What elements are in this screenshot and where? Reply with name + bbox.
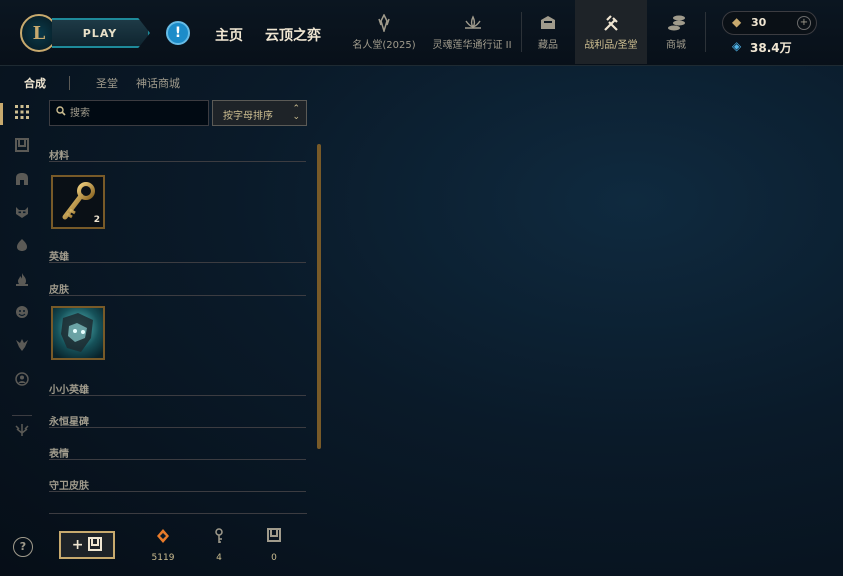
hall-of-fame-icon bbox=[375, 13, 393, 34]
help-icon[interactable]: ? bbox=[13, 537, 33, 557]
search-input[interactable] bbox=[70, 104, 204, 122]
skin-shard-portrait-icon bbox=[53, 308, 103, 358]
category-tacticians[interactable]: 小小英雄 bbox=[49, 374, 306, 396]
filter-emote-icon[interactable] bbox=[13, 305, 31, 323]
loot-filter-sidebar bbox=[0, 100, 40, 520]
nav-pass[interactable]: 灵魂莲华通行证 II bbox=[428, 0, 516, 64]
add-button-label: + bbox=[71, 537, 89, 553]
tile-count: 2 bbox=[93, 215, 100, 225]
category-materials[interactable]: 材料 bbox=[49, 140, 306, 162]
category-eternals[interactable]: 永恒星碑 bbox=[49, 406, 306, 428]
nav-collection[interactable]: 藏品 bbox=[526, 0, 570, 64]
loot-tile-skin-shard[interactable] bbox=[51, 306, 105, 360]
play-button[interactable]: PLAY bbox=[52, 18, 150, 48]
blue-essence-icon: ◈ bbox=[732, 39, 742, 53]
filter-profile-icon[interactable] bbox=[13, 372, 31, 390]
category-skins[interactable]: 皮肤 bbox=[49, 274, 306, 296]
sort-dropdown[interactable]: 按字母排序 ⌃ ⌄ bbox=[212, 100, 307, 126]
chest-value: 0 bbox=[271, 553, 277, 563]
nav-tft[interactable]: 云顶之弈 bbox=[265, 25, 321, 45]
filter-chest-icon[interactable] bbox=[13, 138, 31, 156]
collection-icon bbox=[539, 14, 557, 32]
filter-ward-icon[interactable] bbox=[13, 238, 31, 256]
category-emotes[interactable]: 表情 bbox=[49, 438, 306, 460]
loot-category-list: 材料 2 英雄 皮肤 小小英雄 永恒星碑 表情 守卫皮肤 bbox=[49, 140, 307, 520]
sort-dropdown-label: 按字母排序 bbox=[223, 111, 273, 122]
footer-divider bbox=[49, 513, 307, 514]
buy-rp-button[interactable]: + bbox=[797, 16, 811, 30]
nav-collection-label: 藏品 bbox=[538, 40, 558, 51]
nav-home[interactable]: 主页 bbox=[215, 25, 243, 45]
nav-hall-of-fame[interactable]: 名人堂(2025) bbox=[348, 0, 420, 64]
nav-store[interactable]: 商城 bbox=[654, 0, 698, 64]
search-box bbox=[49, 100, 209, 126]
chest-icon bbox=[88, 537, 103, 551]
key-value: 4 bbox=[216, 553, 222, 563]
blue-essence-value: 38.4万 bbox=[750, 41, 792, 55]
alert-icon[interactable]: ! bbox=[166, 21, 190, 45]
category-ward-skins[interactable]: 守卫皮肤 bbox=[49, 470, 306, 492]
rp-value: 30 bbox=[751, 16, 767, 29]
filter-flame-icon[interactable] bbox=[13, 272, 31, 290]
category-champions[interactable]: 英雄 bbox=[49, 241, 306, 263]
play-button-label: PLAY bbox=[82, 26, 118, 40]
rp-icon: ◆ bbox=[732, 15, 742, 29]
key-stat: 4 bbox=[199, 528, 239, 563]
chest-icon bbox=[254, 528, 294, 546]
loot-tile-key-fragment[interactable]: 2 bbox=[51, 175, 105, 229]
search-icon bbox=[56, 106, 66, 119]
loot-subtabs: 合成 圣堂 神话商城 bbox=[0, 66, 843, 96]
nav-hall-of-fame-label: 名人堂(2025) bbox=[352, 40, 416, 51]
orange-essence-icon bbox=[143, 528, 183, 546]
store-icon bbox=[667, 14, 685, 32]
nav-pass-label: 灵魂莲华通行证 II bbox=[432, 40, 512, 51]
nav-divider bbox=[705, 12, 706, 52]
filter-champion-helmet-icon[interactable] bbox=[13, 172, 31, 190]
orange-essence-value: 5119 bbox=[151, 553, 175, 563]
chest-stat: 0 bbox=[254, 528, 294, 563]
list-scrollbar[interactable] bbox=[317, 144, 321, 449]
tab-crafting[interactable]: 合成 bbox=[24, 75, 46, 91]
loot-icon bbox=[602, 14, 620, 32]
sidebar-divider bbox=[12, 415, 32, 416]
lotus-icon bbox=[463, 14, 481, 32]
filter-all-grid-icon[interactable] bbox=[13, 105, 31, 123]
nav-loot[interactable]: 战利品/圣堂 bbox=[575, 0, 647, 64]
add-chest-button[interactable]: + bbox=[59, 531, 115, 559]
orange-essence-stat: 5119 bbox=[143, 528, 183, 563]
key-icon bbox=[199, 528, 239, 546]
active-filter-indicator bbox=[0, 103, 3, 125]
nav-loot-label: 战利品/圣堂 bbox=[584, 40, 638, 51]
top-navigation-bar: L PLAY ! 主页 云顶之弈 名人堂(2025) 灵魂莲华通行证 II 藏品… bbox=[0, 0, 843, 66]
filter-special-icon[interactable] bbox=[13, 423, 31, 441]
nav-store-label: 商城 bbox=[666, 40, 686, 51]
nav-divider bbox=[521, 12, 522, 52]
chevron-up-down-icon: ⌃ ⌄ bbox=[292, 104, 300, 122]
rp-currency-pill: ◆ 30 + bbox=[722, 11, 817, 35]
filter-tft-icon[interactable] bbox=[13, 338, 31, 356]
filter-skin-mask-icon[interactable] bbox=[13, 205, 31, 223]
tab-mythic-shop[interactable]: 神话商城 bbox=[136, 75, 180, 91]
subtab-divider bbox=[69, 76, 70, 90]
tab-sanctum[interactable]: 圣堂 bbox=[96, 75, 118, 91]
